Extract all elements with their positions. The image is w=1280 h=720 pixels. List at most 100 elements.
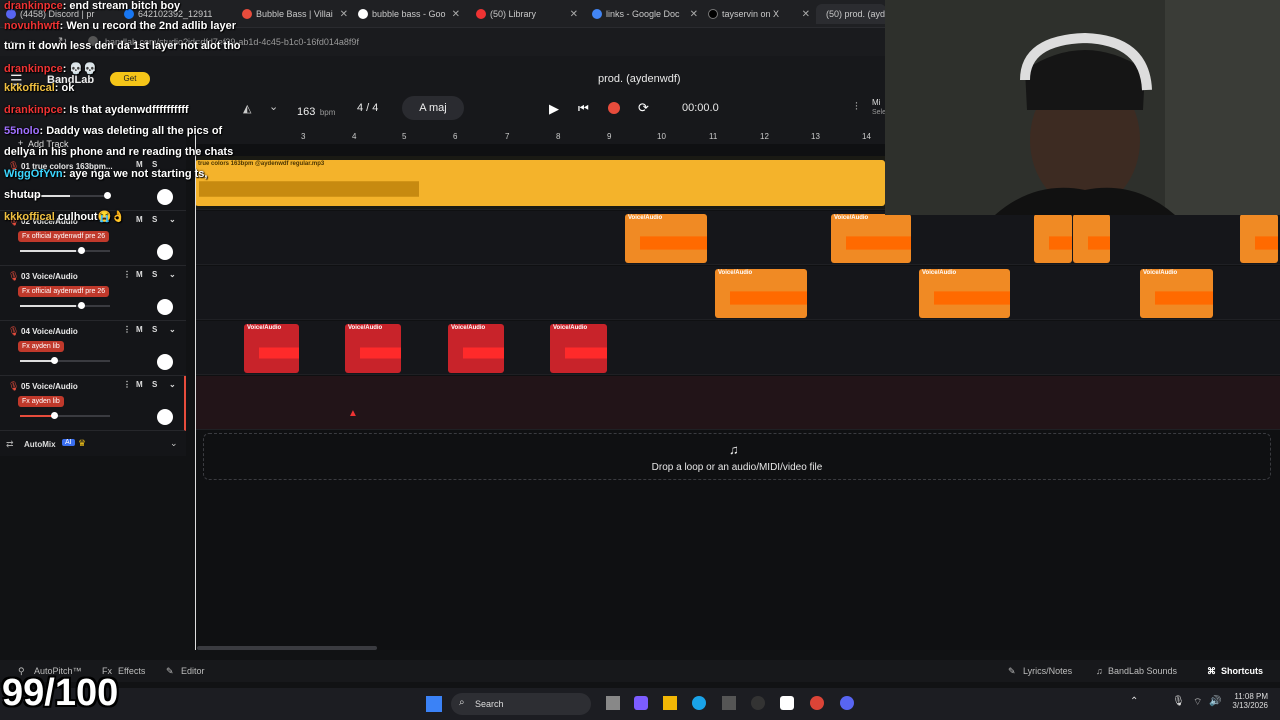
mute-button[interactable]: M [136, 380, 143, 389]
solo-button[interactable]: S [152, 325, 157, 334]
effects-badge[interactable]: Fx ayden lib [18, 396, 64, 407]
volume-slider[interactable] [20, 412, 110, 419]
effects-badge[interactable]: Fx official aydenwdf pre 26 [18, 286, 110, 297]
track-lane[interactable]: Voice/Audio Voice/Audio Voice/Audio Voic… [195, 321, 1280, 375]
pan-knob[interactable] [157, 354, 173, 370]
volume-slider[interactable] [20, 302, 110, 309]
automix-row[interactable]: ⇄ AutoMix AI ♛ ⌄ [0, 436, 186, 454]
track-lane-selected[interactable]: ▲ [195, 376, 1280, 430]
chevron-down-icon[interactable]: ⌄ [170, 438, 178, 449]
volume-handle[interactable] [104, 192, 111, 199]
mute-button[interactable]: M [136, 325, 143, 334]
audio-clip[interactable] [1240, 214, 1278, 263]
audio-clip[interactable]: Voice/Audio [448, 324, 504, 373]
horizontal-scrollbar[interactable] [197, 646, 377, 650]
lyrics-notes-button[interactable]: Lyrics/Notes [1023, 666, 1072, 676]
browser-tab[interactable]: tayservin on X ✕ [702, 4, 814, 24]
chevron-down-icon[interactable]: ⌄ [169, 380, 176, 389]
audio-clip[interactable]: Voice/Audio [625, 214, 707, 263]
pan-knob[interactable] [157, 189, 173, 205]
track-lane[interactable]: Voice/Audio Voice/Audio Voice/Audio [195, 266, 1280, 320]
effects-badge[interactable]: Fx ayden lib [18, 341, 64, 352]
track-header-selected[interactable]: 🎙 05 Voice/Audio ⋮ M S ⌄ Fx ayden lib [0, 376, 186, 431]
chevron-down-icon[interactable]: ⌄ [169, 325, 176, 334]
chevron-up-icon[interactable]: ⌃ [1130, 696, 1138, 707]
time-signature[interactable]: 4 / 4 [357, 102, 378, 114]
tempo-display[interactable]: 163 bpm [297, 102, 335, 120]
bandlab-sounds-button[interactable]: BandLab Sounds [1108, 666, 1177, 676]
solo-button[interactable]: S [152, 215, 157, 224]
browser-tab-active[interactable]: (50) prod. (ayd [816, 4, 886, 24]
close-icon[interactable]: ✕ [570, 9, 578, 20]
track-header[interactable]: 🎙 01 true colors 163bpm... M S [0, 156, 186, 211]
audio-clip[interactable]: Voice/Audio [715, 269, 807, 318]
more-icon[interactable]: ⋮ [123, 325, 131, 334]
close-icon[interactable]: ✕ [340, 9, 348, 20]
close-icon[interactable]: ✕ [690, 9, 698, 20]
chrome-icon[interactable] [810, 696, 824, 710]
clock[interactable]: 11:08 PM 3/13/2026 [1218, 692, 1268, 710]
task-view-icon[interactable] [606, 696, 620, 710]
solo-button[interactable]: S [152, 270, 157, 279]
pan-knob[interactable] [157, 409, 173, 425]
audio-clip[interactable]: Voice/Audio [244, 324, 299, 373]
track-header[interactable]: 🎙 04 Voice/Audio ⋮ M S ⌄ Fx ayden lib [0, 321, 186, 376]
store-icon[interactable] [722, 696, 736, 710]
audio-clip[interactable]: true colors 163bpm @aydenwdf regular.mp3 [195, 160, 885, 206]
track-lane[interactable]: Voice/Audio Voice/Audio [195, 211, 1280, 265]
audio-clip[interactable] [1034, 214, 1072, 263]
discord-icon[interactable] [840, 696, 854, 710]
edge-icon[interactable] [692, 696, 706, 710]
volume-handle[interactable] [51, 412, 58, 419]
mixer-label[interactable]: Mi [872, 98, 880, 107]
get-button[interactable]: Get [110, 72, 150, 86]
close-icon[interactable]: ✕ [802, 9, 810, 20]
copilot-icon[interactable] [634, 696, 648, 710]
solo-button[interactable]: S [152, 380, 157, 389]
pan-knob[interactable] [157, 244, 173, 260]
volume-handle[interactable] [78, 247, 85, 254]
browser-tab[interactable]: bubble bass - Goo ✕ [352, 4, 464, 24]
track-header[interactable]: 🎙 03 Voice/Audio ⋮ M S ⌄ Fx official ayd… [0, 266, 186, 321]
taskbar-search[interactable]: ⌕ Search [451, 693, 591, 715]
key-selector[interactable]: A maj [402, 96, 464, 120]
play-icon[interactable]: ▶ [549, 101, 559, 117]
file-explorer-icon[interactable] [663, 696, 677, 710]
audio-clip[interactable]: Voice/Audio [550, 324, 607, 373]
app-icon[interactable] [780, 696, 794, 710]
audio-clip[interactable]: Voice/Audio [919, 269, 1010, 318]
audio-clip[interactable]: Voice/Audio [1140, 269, 1213, 318]
mixer-icon[interactable]: ⫶ [855, 101, 858, 114]
effects-badge[interactable]: Fx official aydenwdf pre 26 [18, 231, 110, 242]
windows-start-icon[interactable] [426, 696, 442, 712]
wifi-icon[interactable]: ⌔ [1193, 696, 1202, 709]
audio-clip[interactable]: Voice/Audio [345, 324, 401, 373]
chevron-down-icon[interactable]: ⌄ [269, 100, 278, 113]
chevron-down-icon[interactable]: ⌄ [169, 215, 176, 224]
audio-clip[interactable]: Voice/Audio [831, 214, 911, 263]
volume-slider[interactable] [20, 357, 110, 364]
editor-button[interactable]: Editor [181, 666, 205, 676]
close-icon[interactable]: ✕ [452, 9, 460, 20]
volume-handle[interactable] [51, 357, 58, 364]
time-ruler[interactable]: 3 4 5 6 7 8 9 10 11 12 13 14 [195, 130, 885, 144]
effects-button[interactable]: Effects [118, 666, 145, 676]
drop-zone[interactable]: ♫ Drop a loop or an audio/MIDI/video fil… [203, 433, 1271, 480]
project-title[interactable]: prod. (aydenwdf) [598, 73, 681, 85]
pan-knob[interactable] [157, 299, 173, 315]
microphone-icon[interactable]: 🎙 [1172, 696, 1185, 707]
chevron-down-icon[interactable]: ⌄ [169, 270, 176, 279]
record-button[interactable] [608, 102, 620, 114]
skip-back-icon[interactable]: ⏮ [578, 101, 589, 116]
app-icon[interactable] [751, 696, 765, 710]
browser-tab[interactable]: links - Google Doc ✕ [586, 4, 702, 24]
metronome-icon[interactable]: ◭ [243, 102, 251, 115]
audio-clip[interactable] [1073, 214, 1110, 263]
shortcuts-button[interactable]: Shortcuts [1221, 666, 1263, 676]
volume-handle[interactable] [78, 302, 85, 309]
loop-icon[interactable]: ⟳ [638, 100, 649, 116]
browser-tab[interactable]: Bubble Bass | Villai ✕ [236, 4, 352, 24]
browser-tab[interactable]: (50) Library ✕ [470, 4, 582, 24]
mute-button[interactable]: M [136, 215, 143, 224]
mute-button[interactable]: M [136, 270, 143, 279]
